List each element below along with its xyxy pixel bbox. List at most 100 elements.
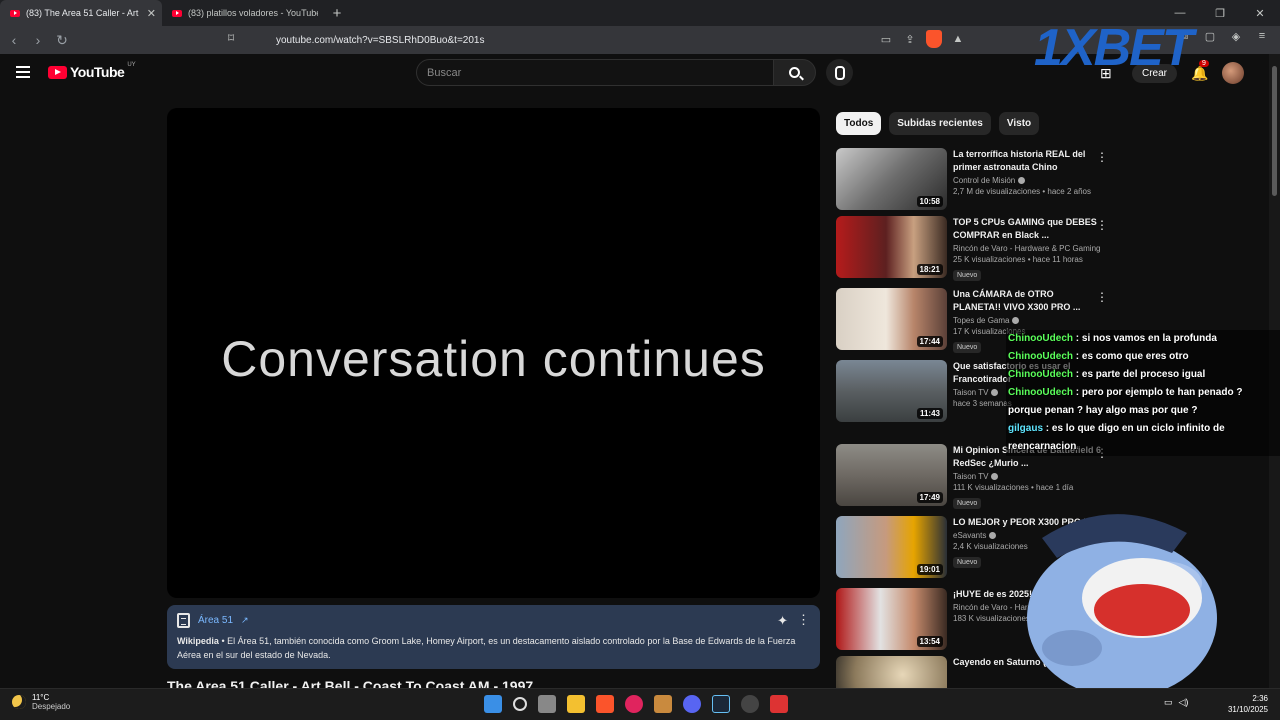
- app-icon[interactable]: [770, 695, 788, 713]
- duration-badge: 11:43: [916, 408, 943, 419]
- tab-title: (83) The Area 51 Caller - Art Bell: [26, 8, 141, 18]
- more-options-icon[interactable]: ⋮: [1096, 290, 1108, 304]
- info-panel: Área 51 ↗ Wikipedia • El Área 51, tambié…: [167, 605, 820, 669]
- info-topic-link[interactable]: Área 51: [198, 615, 233, 626]
- logo-wordmark: YouTube: [70, 64, 125, 80]
- document-icon: [177, 613, 190, 628]
- list-item[interactable]: 18:21 TOP 5 CPUs GAMING que DEBES COMPRA…: [836, 216, 1116, 281]
- search-button[interactable]: [773, 59, 816, 86]
- video-player[interactable]: Conversation continues: [167, 108, 820, 598]
- reload-icon[interactable]: ↻: [52, 30, 72, 50]
- chip-subidas-recientes[interactable]: Subidas recientes: [889, 112, 991, 135]
- new-tab-button[interactable]: +: [324, 0, 350, 26]
- info-description: Wikipedia • El Área 51, también conocida…: [177, 634, 810, 662]
- bookmark-icon[interactable]: ⌑: [228, 31, 244, 49]
- video-thumbnail[interactable]: 13:54: [836, 588, 947, 650]
- duration-badge: 17:44: [916, 336, 943, 347]
- duration-badge: 19:01: [916, 564, 943, 575]
- system-tray: ▭ ◁): [1164, 697, 1188, 708]
- hamburger-menu-icon[interactable]: [16, 66, 30, 78]
- search-input[interactable]: [417, 60, 773, 85]
- chat-text: : es como que eres otro: [1073, 351, 1189, 362]
- duration-badge: 10:58: [916, 196, 943, 207]
- weather-widget[interactable]: 11°C Despejado: [12, 693, 70, 711]
- rewards-icon[interactable]: ▲: [950, 30, 966, 48]
- verified-icon: [989, 532, 997, 540]
- file-explorer-icon[interactable]: [567, 695, 585, 713]
- chip-visto[interactable]: Visto: [998, 112, 1040, 135]
- avatar[interactable]: [1222, 62, 1245, 84]
- video-thumbnail[interactable]: 11:43: [836, 360, 947, 422]
- chat-username: ChinooUdech: [1008, 351, 1073, 362]
- cast-icon[interactable]: ▭: [878, 30, 894, 48]
- browser-menu-icon[interactable]: ≡: [1254, 30, 1270, 43]
- chip-todos[interactable]: Todos: [836, 112, 882, 135]
- more-options-icon[interactable]: ⋮: [1096, 150, 1108, 164]
- volume-icon[interactable]: ◁): [1179, 697, 1189, 708]
- youtube-logo[interactable]: YouTube UY: [48, 62, 136, 80]
- taskbar-apps: [484, 695, 788, 713]
- chat-username: ChinooUdech: [1008, 387, 1073, 398]
- video-stats: 25 K visualizaciones • hace 11 horas: [953, 255, 1083, 264]
- chat-message: ChinooUdech : si nos vamos en la profund…: [1006, 330, 1280, 348]
- scrollbar-thumb[interactable]: [1272, 66, 1277, 196]
- channel-name: Control de Misión: [953, 176, 1103, 185]
- new-badge: Nuevo: [953, 557, 982, 568]
- close-window-icon[interactable]: ✕: [1240, 0, 1280, 26]
- app-icon[interactable]: [654, 695, 672, 713]
- back-icon[interactable]: ‹: [4, 30, 24, 50]
- video-title[interactable]: TOP 5 CPUs GAMING que DEBES COMPRAR en B…: [953, 216, 1103, 242]
- vpn-shield-icon[interactable]: ◈: [1228, 30, 1244, 43]
- video-thumbnail[interactable]: 18:21: [836, 216, 947, 278]
- close-tab-icon[interactable]: ✕: [147, 7, 156, 20]
- chat-username: ChinooUdech: [1008, 333, 1073, 344]
- omnibox[interactable]: youtube.com/watch?v=SBSLRhD0Buo&t=201s: [250, 29, 970, 51]
- channel-name: Rincón de Varo - Hardware & PC Gaming: [953, 244, 1101, 253]
- tab-title: (83) platillos voladores - YouTube: [188, 8, 318, 18]
- video-title[interactable]: Una CÁMARA de OTRO PLANETA!! VIVO X300 P…: [953, 288, 1103, 314]
- video-title[interactable]: La terrorífica historia REAL del primer …: [953, 148, 1103, 174]
- video-thumbnail[interactable]: 10:58: [836, 148, 947, 210]
- app-icon[interactable]: [741, 695, 759, 713]
- steam-icon[interactable]: [712, 695, 730, 713]
- video-thumbnail[interactable]: 17:44: [836, 288, 947, 350]
- voice-search-button[interactable]: [826, 59, 853, 86]
- info-source[interactable]: Wikipedia: [177, 636, 219, 646]
- maximize-icon[interactable]: ❐: [1200, 0, 1240, 26]
- brave-browser-icon[interactable]: [596, 695, 614, 713]
- clock-time: 2:36: [1252, 694, 1268, 703]
- more-options-icon[interactable]: ⋮: [1096, 218, 1108, 232]
- clock[interactable]: 2:36 31/10/2025: [1228, 693, 1268, 715]
- filter-chips: Todos Subidas recientes Visto: [836, 112, 1040, 135]
- browser-tab-area51[interactable]: (83) The Area 51 Caller - Art Bell ✕: [0, 0, 162, 26]
- media-player-icon[interactable]: [625, 695, 643, 713]
- ai-sparkle-icon[interactable]: ✦: [777, 613, 788, 629]
- task-view-icon[interactable]: [538, 695, 556, 713]
- notifications-button[interactable]: 🔔 9: [1191, 59, 1209, 82]
- more-options-icon[interactable]: ⋮: [797, 612, 810, 628]
- youtube-favicon-icon: [10, 9, 20, 17]
- url-text: youtube.com/watch?v=SBSLRhD0Buo&t=201s: [276, 34, 485, 46]
- verified-icon: [1012, 317, 1020, 325]
- chat-text: : si nos vamos en la profunda: [1073, 333, 1217, 344]
- region-code: UY: [127, 62, 136, 68]
- forward-icon[interactable]: ›: [28, 30, 48, 50]
- video-thumbnail[interactable]: 19:01: [836, 516, 947, 578]
- channel-name: Taison TV: [953, 472, 1103, 481]
- duration-badge: 13:54: [916, 636, 943, 647]
- duration-badge: 18:21: [916, 264, 943, 275]
- list-item[interactable]: 10:58 La terrorífica historia REAL del p…: [836, 148, 1116, 212]
- browser-tab-platillos[interactable]: (83) platillos voladores - YouTube: [162, 0, 324, 26]
- youtube-favicon-icon: [172, 9, 182, 17]
- wallet-icon[interactable]: ▢: [1202, 30, 1218, 43]
- start-icon[interactable]: [484, 695, 502, 713]
- chat-username: ChinooUdech: [1008, 369, 1073, 380]
- video-thumbnail[interactable]: 17:49: [836, 444, 947, 506]
- network-icon[interactable]: ▭: [1164, 697, 1173, 708]
- share-icon[interactable]: ⇪: [902, 30, 918, 48]
- notification-badge: 9: [1199, 59, 1209, 67]
- brave-shield-icon[interactable]: [926, 30, 942, 48]
- discord-icon[interactable]: [683, 695, 701, 713]
- moon-icon: [12, 695, 26, 709]
- search-icon[interactable]: [513, 697, 527, 711]
